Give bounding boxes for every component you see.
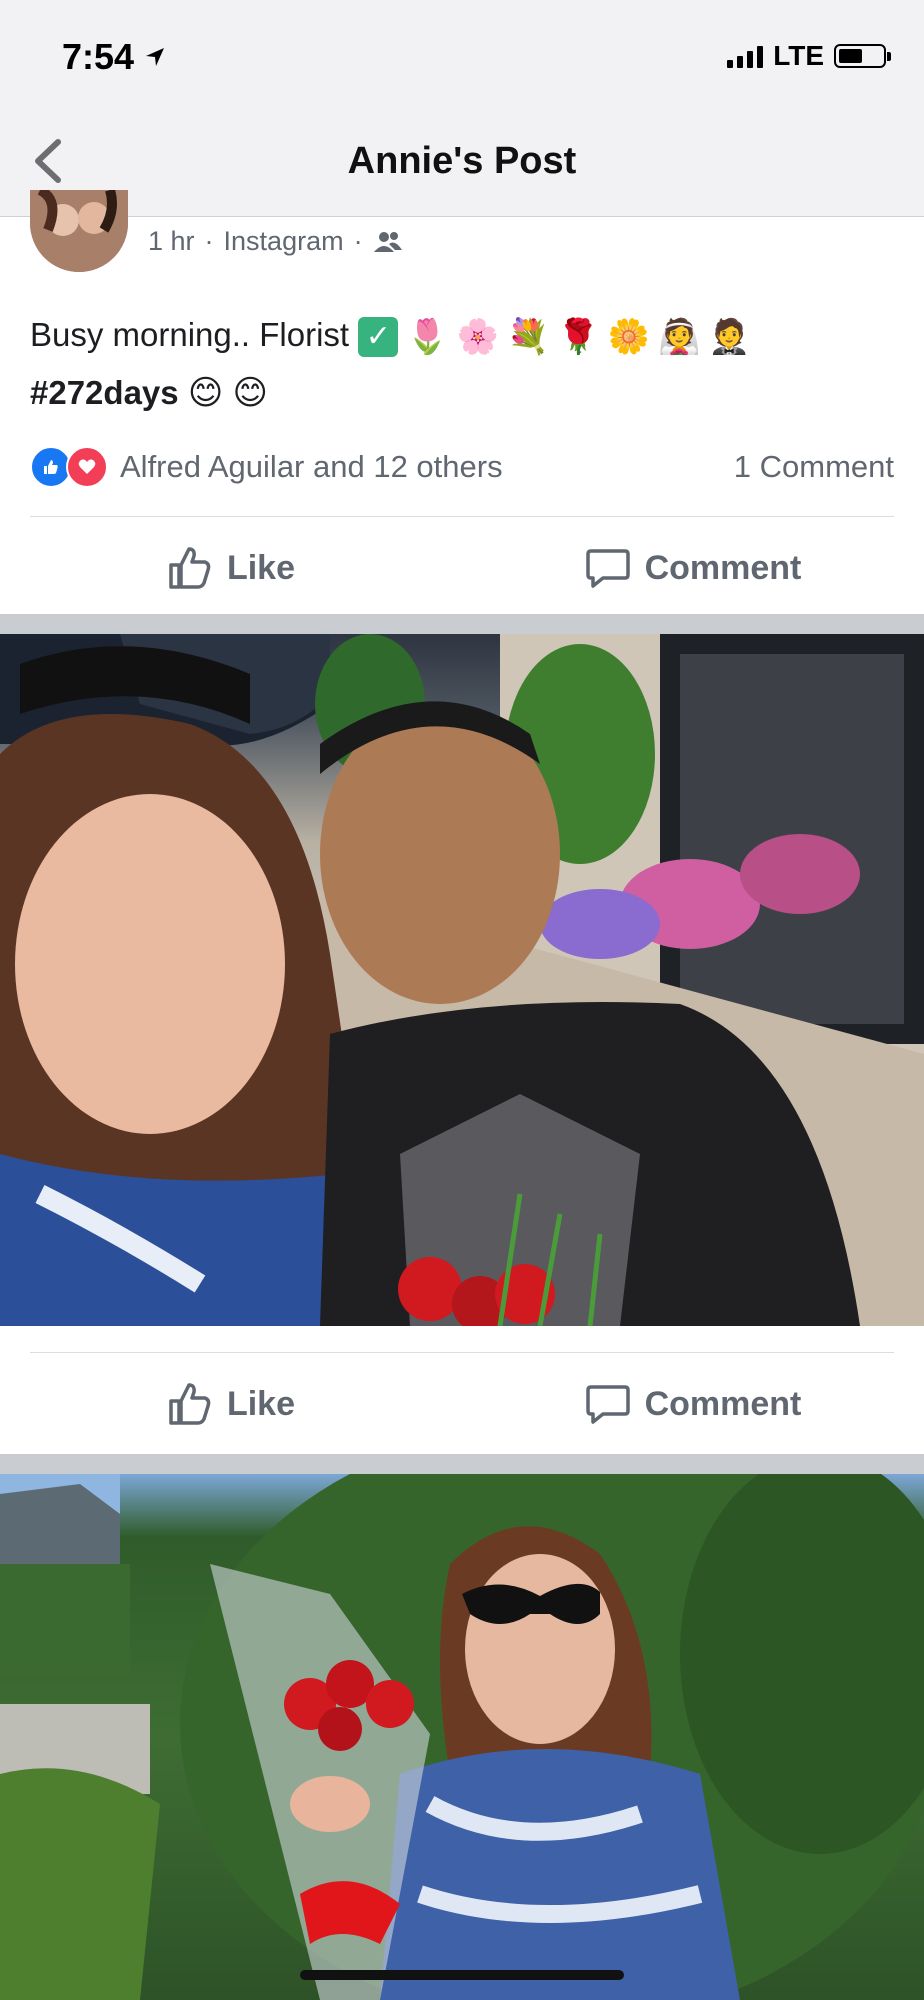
section-separator	[0, 614, 924, 634]
friends-privacy-icon	[373, 231, 402, 252]
rose-emoji-icon: 🌹	[557, 318, 600, 357]
signal-icon	[727, 44, 764, 68]
reactions-row: Alfred Aguilar and 12 others 1 Comment	[30, 446, 894, 488]
post-photo[interactable]	[0, 1474, 924, 2000]
hashtag-link[interactable]: #272days	[30, 374, 179, 411]
post-emojis: ✓ 🌷 🌸 💐 🌹 🌼 👰 🤵	[358, 317, 751, 358]
reaction-summary[interactable]: Alfred Aguilar and 12 others	[30, 446, 503, 488]
status-time: 7:54	[62, 36, 166, 78]
comment-bubble-icon	[585, 1385, 630, 1424]
thumbs-up-icon	[169, 547, 211, 589]
blossom-emoji-icon: 🌼	[607, 318, 650, 357]
comment-label: Comment	[644, 1384, 802, 1423]
comment-bubble-icon	[585, 549, 630, 588]
bride-emoji-icon: 👰	[657, 318, 701, 357]
post-source[interactable]: Instagram	[224, 226, 344, 257]
post-photo[interactable]	[0, 634, 924, 1326]
smiling-face-emoji-icon: 😊	[232, 374, 268, 412]
page-title: Annie's Post	[347, 140, 577, 182]
divider	[30, 1352, 894, 1353]
like-button[interactable]: Like	[0, 1381, 462, 1427]
thumbs-up-icon	[169, 1383, 211, 1425]
groom-emoji-icon: 🤵	[708, 318, 751, 357]
bouquet-emoji-icon: 💐	[506, 318, 550, 357]
battery-icon	[834, 44, 891, 68]
like-button[interactable]: Like	[0, 545, 462, 591]
location-arrow-icon	[146, 48, 165, 66]
love-reaction-icon	[66, 446, 108, 488]
comments-count[interactable]: 1 Comment	[734, 449, 894, 485]
cherry-blossom-emoji-icon: 🌸	[456, 318, 499, 357]
post-meta: 1 hr · Instagram ·	[148, 226, 403, 257]
like-label: Like	[226, 548, 296, 587]
divider	[30, 516, 894, 517]
meta-separator: ·	[353, 226, 363, 256]
comment-label: Comment	[644, 548, 802, 587]
meta-separator: ·	[204, 226, 214, 256]
post-text: Busy morning.. Florist ✓ 🌷 🌸 💐 🌹 🌼 👰 🤵 #…	[30, 306, 900, 422]
like-label: Like	[226, 1384, 296, 1423]
section-separator	[0, 1454, 924, 1474]
photo-actions: Like Comment	[0, 1364, 924, 1444]
reactions-text[interactable]: Alfred Aguilar and 12 others	[120, 449, 503, 485]
avatar[interactable]	[30, 190, 128, 272]
post-actions: Like Comment	[0, 528, 924, 608]
post-time[interactable]: 1 hr	[148, 226, 195, 257]
check-mark-emoji-icon: ✓	[358, 317, 399, 358]
home-indicator[interactable]	[300, 1970, 624, 1980]
status-right: LTE	[727, 40, 891, 72]
tulip-emoji-icon: 🌷	[406, 318, 449, 357]
smiling-face-emoji-icon: 😊	[187, 374, 224, 412]
comment-button[interactable]: Comment	[462, 1381, 924, 1427]
post-body: Busy morning.. Florist	[30, 316, 350, 353]
top-bar: 7:54 LTE Annie's Post	[0, 0, 924, 217]
comment-button[interactable]: Comment	[462, 545, 924, 591]
network-label: LTE	[773, 40, 824, 71]
